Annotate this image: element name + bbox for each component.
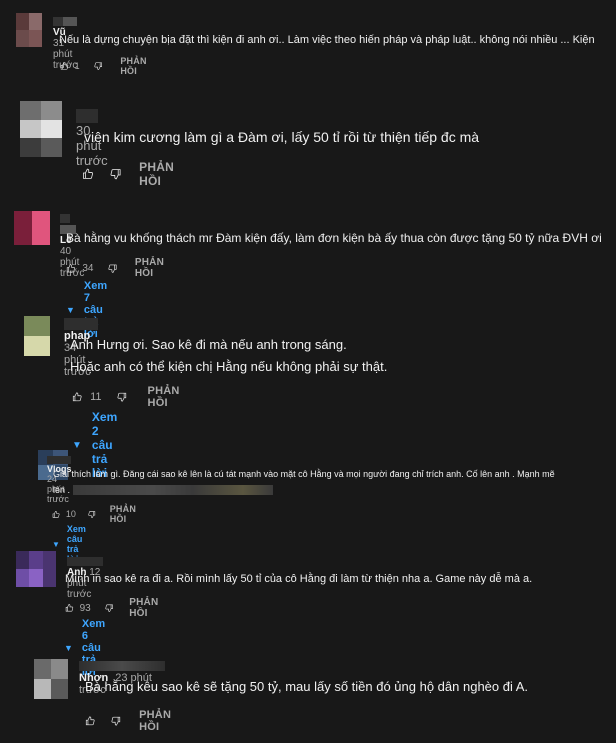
comment-actions: 11 PHẢN HỒI [72, 385, 187, 409]
reply-button[interactable]: PHẢN HỒI [129, 597, 165, 619]
avatar[interactable] [16, 13, 42, 47]
comment-text: Mình in sao kê ra đi a. Rồi mình lấy 50 … [65, 573, 533, 585]
thumbs-down-icon[interactable] [107, 262, 117, 275]
comment-actions: 93 PHẢN HỒI [65, 597, 165, 619]
thumbs-up-icon[interactable] [82, 166, 94, 182]
comment-actions: PHẢN HỒI [85, 709, 179, 733]
reply-button[interactable]: PHẢN HỒI [139, 160, 183, 188]
thumbs-up-icon[interactable] [52, 509, 60, 520]
thumbs-down-icon[interactable] [88, 509, 96, 520]
reply-button[interactable]: PHẢN HỒI [135, 257, 171, 279]
thumbs-up-icon[interactable] [66, 262, 75, 275]
like-count: 93 [79, 602, 91, 614]
comment-text: Giải thích làm gì. Đăng cái sao kê lên l… [53, 469, 555, 496]
thumbs-up-icon[interactable] [85, 714, 95, 728]
chevron-down-icon: ▼ [64, 643, 73, 653]
thumbs-down-icon[interactable] [105, 602, 114, 614]
comment-actions: 10 PHẢN HỒI [52, 504, 142, 524]
chevron-down-icon: ▼ [66, 305, 75, 315]
avatar[interactable] [14, 211, 50, 245]
comment-text: viên kim cương làm gì a Đàm ơi, lấy 50 t… [84, 129, 480, 145]
thumbs-down-icon[interactable] [94, 60, 103, 72]
like-count: 10 [65, 509, 76, 519]
avatar[interactable] [20, 101, 62, 157]
like-count: 34 [82, 262, 94, 274]
thumbs-up-icon[interactable] [60, 60, 69, 72]
comment-actions: 34 PHẢN HỒI [66, 257, 171, 279]
comment-actions: 1 PHẢN HỒI [60, 56, 153, 76]
like-count: 11 [90, 391, 102, 403]
reply-button[interactable]: PHẢN HỒI [120, 56, 153, 76]
thumbs-down-icon[interactable] [117, 390, 127, 404]
like-count: 1 [74, 61, 80, 71]
comment-text: Anh Hưng ơi. Sao kê đi mà nếu anh trong … [70, 337, 388, 374]
comment-text: Bà hằng kêu sao kê sẽ tặng 50 tỷ, mau lấ… [85, 679, 529, 694]
reply-button[interactable]: PHẢN HỒI [139, 709, 179, 733]
chevron-down-icon: ▼ [72, 439, 82, 451]
censored-text [72, 485, 273, 496]
comment-actions: PHẢN HỒI [82, 160, 183, 188]
reply-button[interactable]: PHẢN HỒI [110, 504, 143, 524]
thumbs-up-icon[interactable] [65, 602, 74, 614]
comment-text: Nếu là dựng chuyện bịa đặt thì kiện đi a… [59, 34, 595, 46]
chevron-down-icon: ▼ [52, 539, 60, 549]
reply-button[interactable]: PHẢN HỒI [148, 385, 188, 409]
avatar[interactable] [24, 316, 50, 356]
avatar[interactable] [34, 659, 68, 699]
thumbs-down-icon[interactable] [111, 714, 121, 728]
avatar[interactable] [16, 551, 56, 587]
comment-text: Bà hằng vu khống thách mr Đàm kiện đấy, … [66, 231, 602, 245]
thumbs-down-icon[interactable] [110, 166, 122, 182]
thumbs-up-icon[interactable] [72, 390, 82, 404]
